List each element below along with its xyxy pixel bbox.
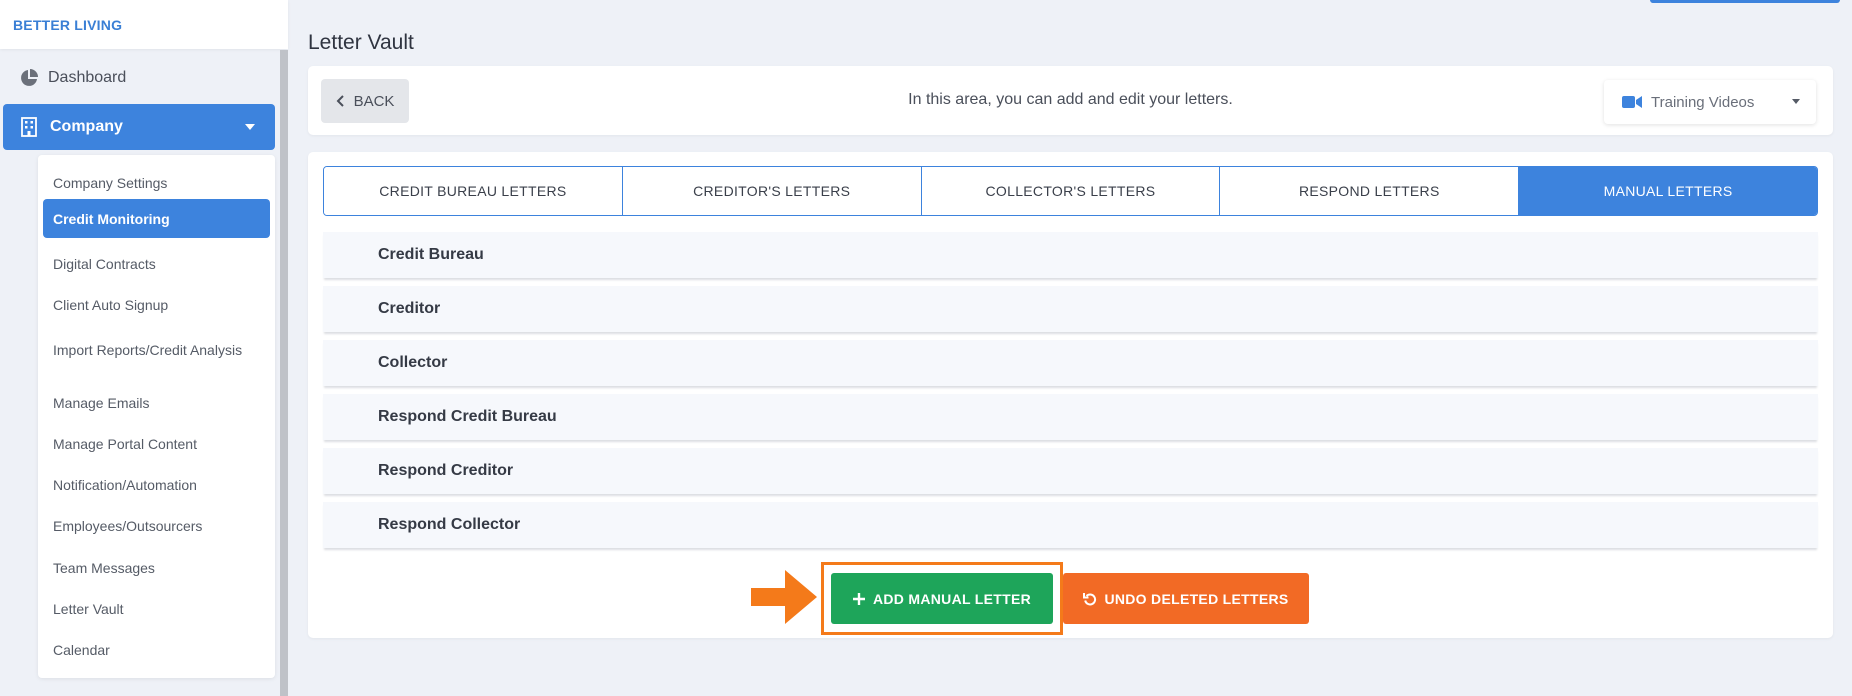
submenu-item-company-settings[interactable]: Company Settings [43,165,270,201]
chevron-down-icon [245,124,255,130]
tab-collectors-letters[interactable]: COLLECTOR'S LETTERS [921,167,1221,215]
arrow-right-icon [751,570,817,624]
sidebar-item-company[interactable]: Company [3,104,275,150]
undo-icon [1083,592,1097,605]
submenu-item-manage-portal-content[interactable]: Manage Portal Content [43,426,270,462]
sidebar-scrollbar[interactable] [280,50,288,696]
submenu-item-notification-automation[interactable]: Notification/Automation [43,467,270,503]
submenu-item-manage-emails[interactable]: Manage Emails [43,385,270,421]
sidebar: BETTER LIVING Dashboard Company Company … [0,0,288,696]
top-accent-bar [1650,0,1840,3]
undo-deleted-letters-button[interactable]: UNDO DELETED LETTERS [1063,573,1309,624]
submenu-item-credit-monitoring[interactable]: Credit Monitoring [43,199,270,238]
submenu-item-import-reports[interactable]: Import Reports/Credit Analysis [43,328,243,372]
training-videos-label: Training Videos [1651,93,1755,111]
section-creditor[interactable]: Creditor [323,286,1818,332]
section-respond-credit-bureau[interactable]: Respond Credit Bureau [323,394,1818,440]
section-respond-collector[interactable]: Respond Collector [323,502,1818,548]
tab-credit-bureau-letters[interactable]: CREDIT BUREAU LETTERS [324,167,623,215]
section-collector[interactable]: Collector [323,340,1818,386]
submenu-item-letter-vault[interactable]: Letter Vault [43,591,270,627]
brand-logo[interactable]: BETTER LIVING [0,0,288,49]
submenu-item-client-auto-signup[interactable]: Client Auto Signup [43,287,270,323]
submenu-item-team-messages[interactable]: Team Messages [43,550,270,586]
sidebar-item-dashboard[interactable]: Dashboard [0,60,278,96]
header-card: BACK In this area, you can add and edit … [308,66,1833,135]
undo-deleted-letters-label: UNDO DELETED LETTERS [1104,590,1289,607]
video-camera-icon [1622,96,1642,108]
company-submenu: Company Settings Credit Monitoring Digit… [38,155,275,678]
chevron-down-icon [1792,99,1800,104]
submenu-item-employees-outsourcers[interactable]: Employees/Outsourcers [43,508,270,544]
letter-tabs: CREDIT BUREAU LETTERS CREDITOR'S LETTERS… [323,166,1818,216]
submenu-item-digital-contracts[interactable]: Digital Contracts [43,246,270,282]
tab-manual-letters[interactable]: MANUAL LETTERS [1519,167,1817,215]
building-icon [21,117,37,137]
add-manual-letter-button[interactable]: ADD MANUAL LETTER [831,573,1053,624]
section-respond-creditor[interactable]: Respond Creditor [323,448,1818,494]
add-manual-letter-label: ADD MANUAL LETTER [872,590,1032,607]
sidebar-item-label: Company [50,118,123,135]
tab-respond-letters[interactable]: RESPOND LETTERS [1220,167,1520,215]
tab-creditors-letters[interactable]: CREDITOR'S LETTERS [622,167,922,215]
pie-chart-icon [21,69,38,86]
plus-icon [852,592,865,605]
training-videos-dropdown[interactable]: Training Videos [1604,80,1816,124]
submenu-item-calendar[interactable]: Calendar [43,632,270,668]
sidebar-item-label: Dashboard [48,69,127,86]
section-credit-bureau[interactable]: Credit Bureau [323,232,1818,278]
letters-card: CREDIT BUREAU LETTERS CREDITOR'S LETTERS… [308,152,1833,638]
page-title: Letter Vault [308,31,414,54]
